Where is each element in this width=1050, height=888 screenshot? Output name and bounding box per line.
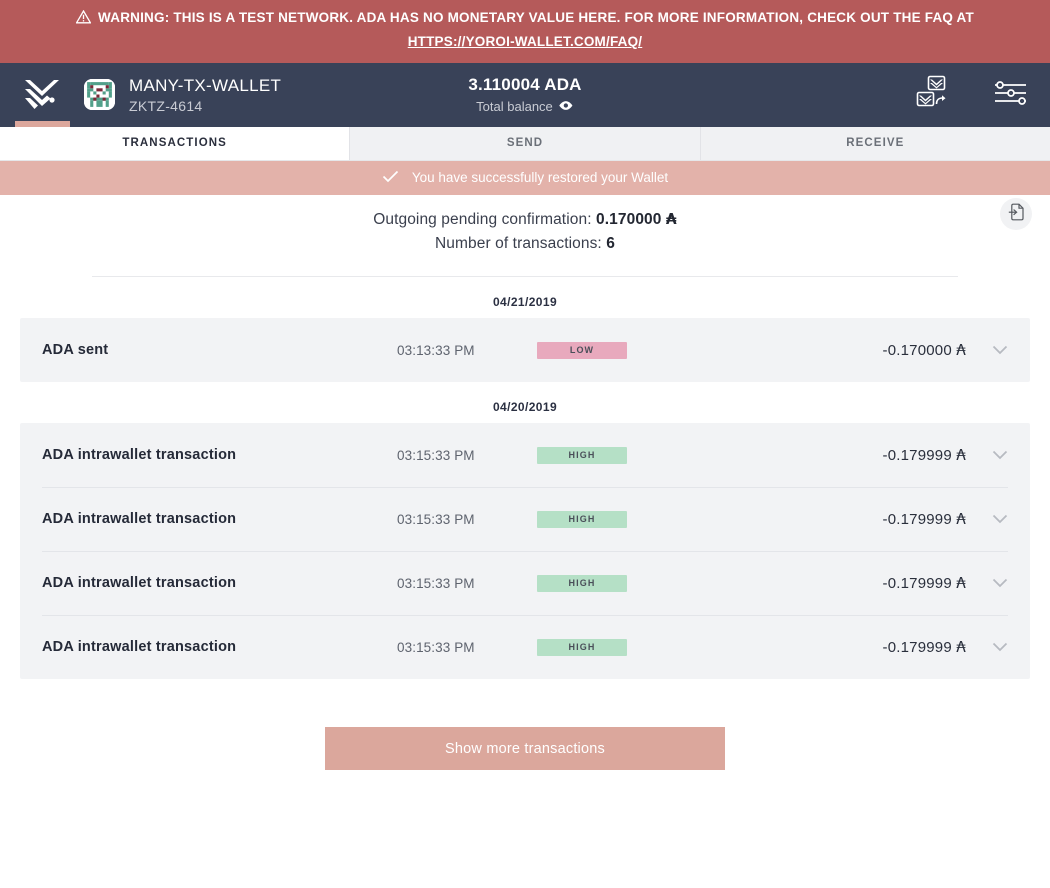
notification-text: You have successfully restored your Wall… <box>411 170 669 186</box>
table-row[interactable]: ADA intrawallet transaction 03:15:33 PM … <box>20 487 1030 551</box>
transaction-type: ADA intrawallet transaction <box>42 575 237 592</box>
count-label: Number of transactions: <box>435 235 602 253</box>
wallet-summary[interactable]: MANY-TX-WALLET ZKTZ-4614 <box>84 76 281 114</box>
transaction-amount: -0.179999 ₳ <box>782 638 1008 656</box>
transaction-status-cell: HIGH <box>537 574 782 592</box>
tab-send[interactable]: SEND <box>350 126 701 160</box>
transaction-type: ADA sent <box>42 342 109 359</box>
tab-transactions[interactable]: TRANSACTIONS <box>0 126 351 160</box>
transaction-amount: -0.179999 ₳ <box>782 510 1008 528</box>
ada-symbol: ₳ <box>665 209 677 228</box>
summary-divider <box>92 276 958 278</box>
settings-sliders-icon <box>994 80 1028 109</box>
eye-icon[interactable] <box>559 99 574 114</box>
top-navigation-bar: MANY-TX-WALLET ZKTZ-4614 3.110004 ADA To… <box>0 62 1050 127</box>
tab-receive[interactable]: RECEIVE <box>700 126 1050 160</box>
status-badge: LOW <box>537 341 627 359</box>
transaction-time: 03:15:33 PM <box>397 447 475 463</box>
transaction-group: ADA sent 03:13:33 PM LOW -0.170000 ₳ <box>20 318 1030 383</box>
status-badge: HIGH <box>537 510 627 528</box>
transaction-amount: -0.170000 ₳ <box>782 341 1008 359</box>
ada-symbol: ₳ <box>956 574 966 593</box>
transaction-time: 03:15:33 PM <box>397 511 475 527</box>
transaction-status-cell: HIGH <box>537 446 782 464</box>
chevron-down-icon[interactable] <box>992 514 1008 524</box>
app-logo[interactable] <box>0 63 84 127</box>
wallet-app: WARNING: THIS IS A TEST NETWORK. ADA HAS… <box>0 0 1050 888</box>
transaction-amount-value: -0.179999 <box>882 575 952 593</box>
switch-wallet-icon <box>914 74 954 115</box>
transaction-amount: -0.179999 ₳ <box>782 446 1008 464</box>
transaction-amount: -0.179999 ₳ <box>782 574 1008 592</box>
balance-label: Total balance <box>476 99 553 115</box>
table-row[interactable]: ADA sent 03:13:33 PM LOW -0.170000 ₳ <box>20 318 1030 382</box>
transactions-page: Outgoing pending confirmation: 0.170000 … <box>0 194 1050 888</box>
transaction-amount-value: -0.179999 <box>882 639 952 657</box>
switch-wallet-button[interactable] <box>914 74 954 115</box>
chevron-down-icon[interactable] <box>992 450 1008 460</box>
table-row[interactable]: ADA intrawallet transaction 03:15:33 PM … <box>20 423 1030 487</box>
test-network-warning-banner: WARNING: THIS IS A TEST NETWORK. ADA HAS… <box>0 0 1050 63</box>
transaction-time: 03:15:33 PM <box>397 639 475 655</box>
transaction-time: 03:13:33 PM <box>397 342 475 358</box>
ada-symbol: ₳ <box>956 638 966 657</box>
status-badge: HIGH <box>537 574 627 592</box>
transaction-date-header: 04/20/2019 <box>492 400 558 415</box>
transaction-type: ADA intrawallet transaction <box>42 447 237 464</box>
chevron-down-icon[interactable] <box>992 578 1008 588</box>
ada-symbol: ₳ <box>956 510 966 529</box>
transaction-amount-value: -0.179999 <box>882 511 952 529</box>
pending-value: 0.170000 <box>596 210 662 228</box>
active-logo-underline <box>15 120 70 127</box>
wallet-name: MANY-TX-WALLET <box>129 75 282 95</box>
transaction-type: ADA intrawallet transaction <box>42 511 237 528</box>
restore-success-notification: You have successfully restored your Wall… <box>0 160 1050 195</box>
wallet-tabs: TRANSACTIONS SEND RECEIVE <box>0 126 1050 161</box>
transaction-type: ADA intrawallet transaction <box>42 639 237 656</box>
transaction-group: ADA intrawallet transaction 03:15:33 PM … <box>20 423 1030 680</box>
table-row[interactable]: ADA intrawallet transaction 03:15:33 PM … <box>20 551 1030 615</box>
balance-amount: 3.110004 ADA <box>468 75 582 95</box>
chevron-down-icon[interactable] <box>992 345 1008 355</box>
check-icon <box>382 170 399 186</box>
balance-label-row: Total balance <box>468 99 581 114</box>
export-transactions-icon <box>1008 203 1025 224</box>
transaction-time: 03:15:33 PM <box>397 575 475 591</box>
faq-link[interactable]: HTTPS://YOROI-WALLET.COM/FAQ/ <box>408 34 643 49</box>
ada-symbol: ₳ <box>956 341 966 360</box>
warning-text: WARNING: THIS IS A TEST NETWORK. ADA HAS… <box>98 10 974 25</box>
transaction-status-cell: HIGH <box>537 510 782 528</box>
transaction-status-cell: LOW <box>537 341 782 359</box>
wallet-identicon-avatar <box>84 79 115 111</box>
topbar-actions <box>914 74 1028 115</box>
warning-triangle-icon <box>75 9 92 31</box>
show-more-wrapper: Show more transactions <box>20 679 1030 771</box>
settings-button[interactable] <box>994 80 1028 109</box>
table-row[interactable]: ADA intrawallet transaction 03:15:33 PM … <box>20 615 1030 679</box>
transaction-amount-value: -0.170000 <box>882 342 952 360</box>
status-badge: HIGH <box>537 446 627 464</box>
chevron-down-icon[interactable] <box>992 642 1008 652</box>
status-badge: HIGH <box>537 638 627 656</box>
ada-symbol: ₳ <box>956 446 966 465</box>
pending-label: Outgoing pending confirmation: <box>373 210 592 228</box>
transaction-status-cell: HIGH <box>537 638 782 656</box>
yoroi-logo-icon <box>25 79 59 109</box>
transaction-date-header: 04/21/2019 <box>492 295 558 310</box>
pending-summary-line: Outgoing pending confirmation: 0.170000 … <box>20 207 1030 233</box>
export-transactions-button[interactable] <box>1000 197 1032 230</box>
wallet-id: ZKTZ-4614 <box>129 97 203 114</box>
transactions-summary: Outgoing pending confirmation: 0.170000 … <box>20 195 1032 278</box>
show-more-transactions-button[interactable]: Show more transactions <box>325 727 725 771</box>
total-balance-block: 3.110004 ADA Total balance <box>468 75 581 114</box>
count-summary-line: Number of transactions: 6 <box>20 232 1030 257</box>
count-value: 6 <box>606 235 615 253</box>
transaction-amount-value: -0.179999 <box>882 447 952 465</box>
